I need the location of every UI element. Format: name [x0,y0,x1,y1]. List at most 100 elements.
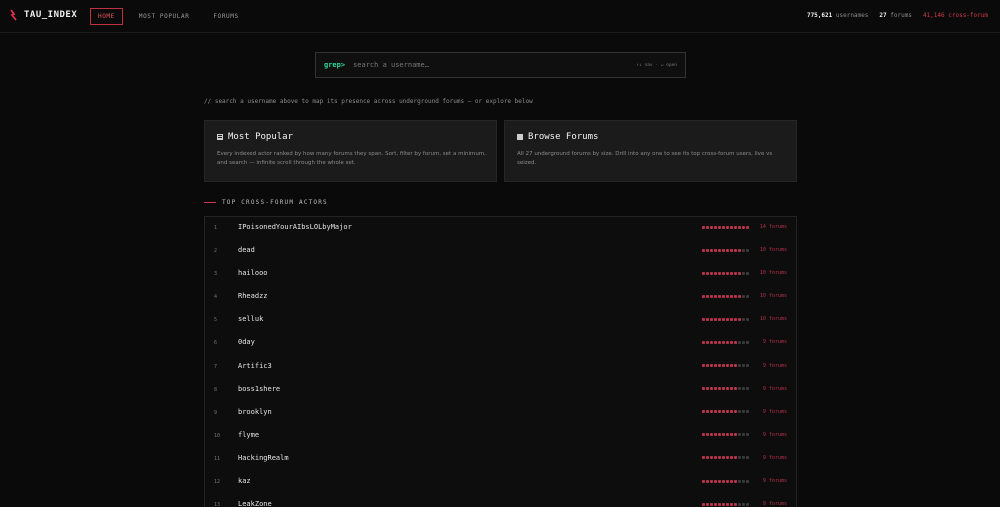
actor-name[interactable]: LeakZone [238,500,272,507]
forum-dot [734,340,737,344]
forum-dot [734,294,737,298]
forum-dot [706,433,709,437]
nav-forums[interactable]: FORUMS [205,8,246,25]
actor-rank: 3 [214,271,218,278]
actor-name[interactable]: hailooo [238,269,268,277]
browse-forums-title-text: Browse Forums [528,132,599,142]
actor-row[interactable]: 4 Rheadzz 10 forums [205,286,796,309]
actor-rank: 11 [214,455,221,462]
actor-forum-count: 9 forums [762,385,787,392]
actor-name[interactable]: Rheadzz [238,292,268,300]
forum-dot [746,433,749,437]
forum-dots [702,479,749,483]
forum-dot [742,225,745,229]
stat-forums: 27 forums [879,12,912,19]
browse-forums-card-title: Browse Forums [517,132,784,142]
forum-dot [722,317,725,321]
actor-name[interactable]: brooklyn [238,408,272,416]
forum-dot [714,248,717,252]
forum-dot [718,410,721,414]
forum-dot [738,410,741,414]
header-stats: 775,621 usernames 27 forums 41,146 cross… [807,12,988,19]
forum-dot [722,248,725,252]
forum-dot [702,248,705,252]
actor-row[interactable]: 6 0day 9 forums [205,332,796,355]
forum-dot [738,456,741,460]
forum-dot [722,294,725,298]
actor-row[interactable]: 7 Artific3 9 forums [205,356,796,379]
forum-dot [726,433,729,437]
actor-rank: 1 [214,225,218,231]
forum-dot [738,387,741,391]
actor-forum-meter: 10 forums [702,247,787,253]
forum-dot [718,225,721,229]
forum-dot [746,387,749,391]
top-navbar: TAU_INDEX HOME MOST POPULAR FORUMS 775,6… [0,0,1000,33]
square-icon [517,134,523,140]
forum-dots [702,456,749,460]
forum-dot [742,456,745,460]
actor-row[interactable]: 5 selluk 10 forums [205,309,796,332]
forum-dot [726,410,729,414]
nav-most-popular[interactable]: MOST POPULAR [131,8,198,25]
actor-name[interactable]: Artific3 [238,362,272,370]
forum-dot [714,364,717,368]
search-bar[interactable]: grep> ↑↓ nav · ↵ open [315,52,686,78]
grid-icon [217,134,223,140]
actor-name[interactable]: IPoisonedYourAIbsLOLbyMajor [238,223,352,231]
forum-dot [746,294,749,298]
actor-row[interactable]: 10 flyme 9 forums [205,425,796,448]
forum-dot [730,271,733,275]
actor-row[interactable]: 13 LeakZone 9 forums [205,494,796,507]
search-input[interactable] [353,61,637,69]
most-popular-card[interactable]: Most Popular Every indexed actor ranked … [204,120,497,182]
forum-dots [702,294,749,298]
forum-dot [718,317,721,321]
actor-forum-count: 10 forums [759,293,787,300]
actor-rank: 6 [214,340,218,347]
actor-list[interactable]: 1 IPoisonedYourAIbsLOLbyMajor 14 forums 2 de… [204,216,797,507]
forum-dot [722,456,725,460]
forum-dot [738,433,741,437]
actor-name[interactable]: flyme [238,431,259,439]
actor-row[interactable]: 3 hailooo 10 forums [205,263,796,286]
actor-forum-count: 10 forums [759,316,787,323]
forum-dot [734,271,737,275]
browse-forums-card[interactable]: Browse Forums All 27 underground forums … [504,120,797,182]
stat-cross-forum-value: 41,146 [922,12,945,19]
actor-name[interactable]: selluk [238,315,263,323]
actor-forum-count: 10 forums [759,270,787,277]
nav-home[interactable]: HOME [90,8,123,25]
brand[interactable]: TAU_INDEX [10,9,77,21]
forum-dot [734,502,737,506]
brand-name: TAU_INDEX [24,10,78,20]
actor-row[interactable]: 8 boss1shere 9 forums [205,379,796,402]
forum-dot [730,433,733,437]
forum-dot [742,340,745,344]
forum-dots [702,387,749,391]
forum-dot [726,317,729,321]
most-popular-desc: Every indexed actor ranked by how many f… [217,151,486,166]
forum-dot [730,248,733,252]
forum-dot [742,248,745,252]
actor-row[interactable]: 9 brooklyn 9 forums [205,402,796,425]
actor-name[interactable]: boss1shere [238,385,280,393]
actor-name[interactable]: kaz [238,477,251,485]
actor-row[interactable]: 11 HackingRealm 9 forums [205,448,796,471]
forum-dot [726,340,729,344]
main-nav: HOME MOST POPULAR FORUMS [90,8,247,25]
actor-name[interactable]: 0day [238,338,255,346]
forum-dot [746,340,749,344]
actor-name[interactable]: HackingRealm [238,454,289,462]
actor-name[interactable]: dead [238,246,255,254]
actor-forum-meter: 9 forums [702,478,787,484]
actor-forum-meter: 9 forums [702,455,787,461]
forum-dot [746,410,749,414]
actor-row[interactable]: 12 kaz 9 forums [205,471,796,494]
actor-forum-meter: 9 forums [702,339,787,345]
actor-row[interactable]: 1 IPoisonedYourAIbsLOLbyMajor 14 forums [205,217,796,240]
actor-forum-meter: 9 forums [702,363,787,369]
actor-row[interactable]: 2 dead 10 forums [205,240,796,263]
forum-dots [702,271,749,275]
forum-dot [734,433,737,437]
